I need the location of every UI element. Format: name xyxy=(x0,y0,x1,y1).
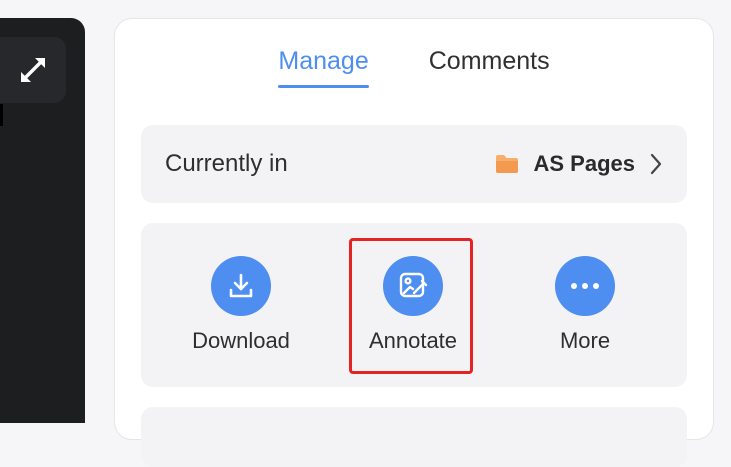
annotate-label: Annotate xyxy=(368,328,458,353)
more-dots-icon xyxy=(571,283,599,289)
download-circle xyxy=(211,256,271,316)
tab-manage[interactable]: Manage xyxy=(278,47,370,88)
folder-link[interactable]: AS Pages xyxy=(494,151,664,177)
annotate-button[interactable]: Annotate xyxy=(348,223,478,387)
edge-marker xyxy=(0,104,3,126)
folder-name: AS Pages xyxy=(533,151,636,176)
tab-comments[interactable]: Comments xyxy=(429,47,550,86)
expand-button[interactable] xyxy=(0,37,66,103)
tab-bar: Manage Comments xyxy=(115,47,713,88)
download-button[interactable]: Download xyxy=(176,223,306,387)
download-label: Download xyxy=(192,328,290,353)
more-circle xyxy=(555,256,615,316)
more-button[interactable]: More xyxy=(520,223,650,387)
manage-panel: Manage Comments Currently in AS Pages Do… xyxy=(114,18,714,467)
actions-card: Download Annotate More xyxy=(141,223,687,387)
expand-arrows-icon xyxy=(21,58,45,82)
folder-icon xyxy=(495,155,518,173)
more-label: More xyxy=(559,328,611,353)
currently-in-label: Currently in xyxy=(165,150,288,177)
annotate-icon xyxy=(399,272,428,298)
chevron-right-icon xyxy=(650,153,662,175)
annotate-circle xyxy=(383,256,443,316)
current-location-row[interactable]: Currently in AS Pages xyxy=(141,125,687,203)
bottom-card xyxy=(141,407,687,467)
download-icon xyxy=(229,273,253,298)
